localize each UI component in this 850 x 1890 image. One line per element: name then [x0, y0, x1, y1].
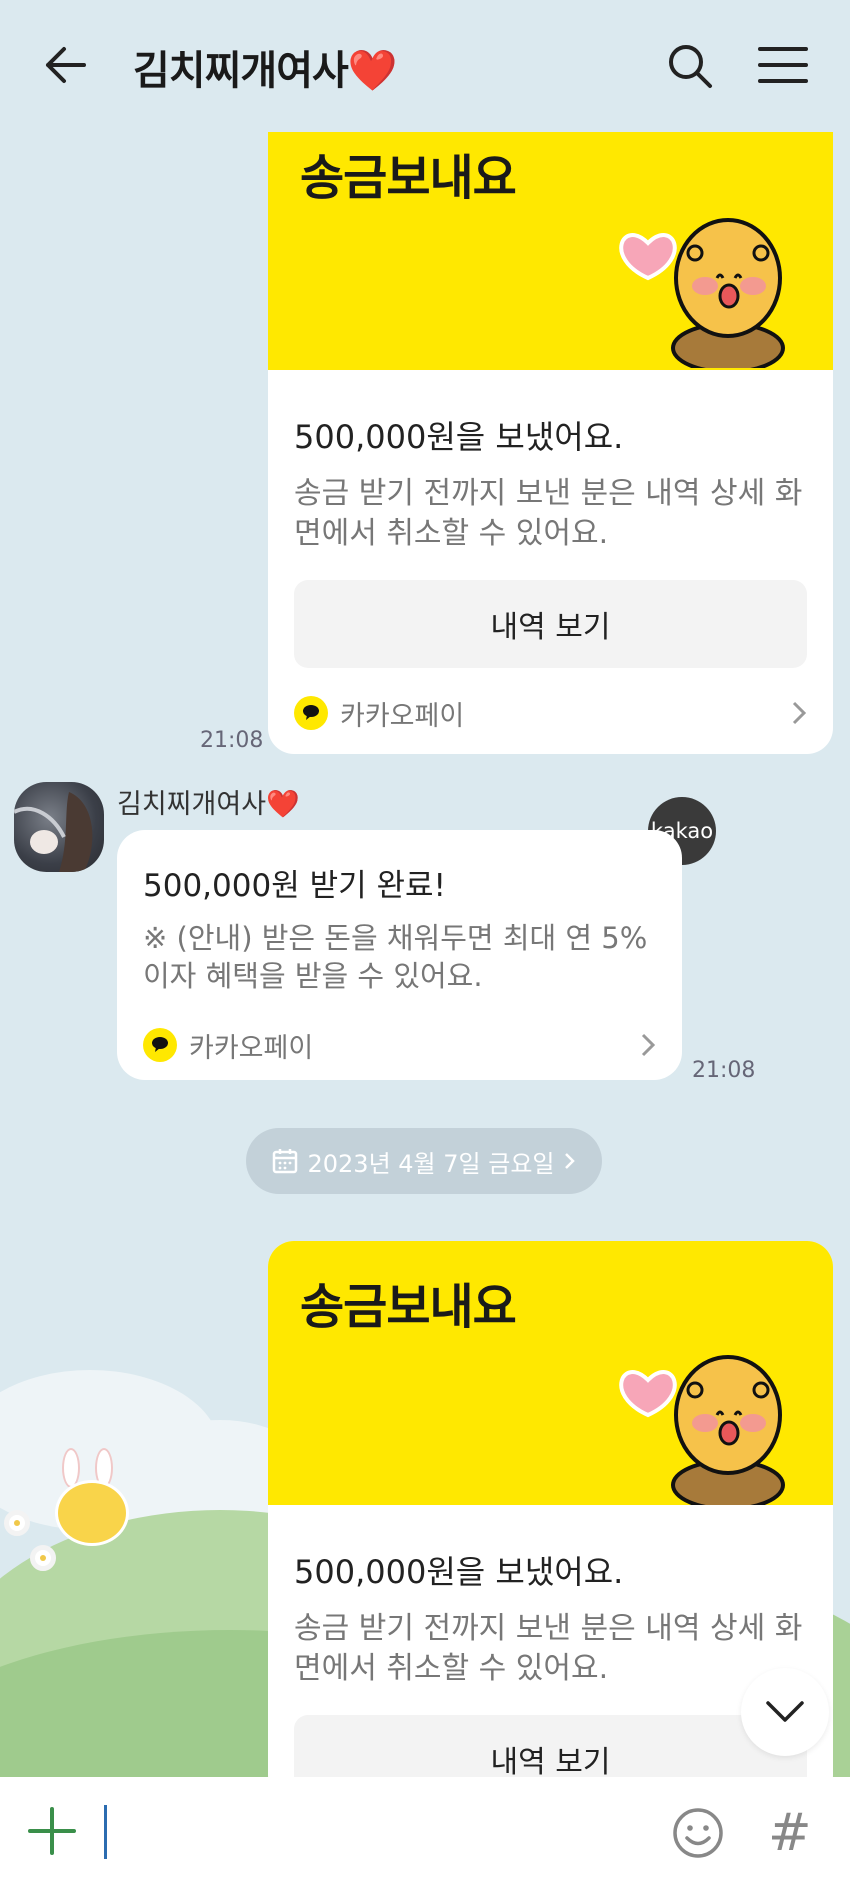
avatar[interactable]: [14, 782, 104, 872]
bear-with-heart-illustration: [619, 1355, 785, 1505]
chevron-right-icon: [565, 1153, 576, 1169]
kakaopay-footer[interactable]: 카카오페이: [143, 995, 656, 1095]
message-input-bar: #: [0, 1777, 850, 1890]
back-arrow-icon: [46, 47, 86, 83]
calendar-icon: [272, 1149, 297, 1174]
banner-title: 송금보내요: [300, 150, 517, 206]
banner-title: 송금보내요: [300, 1279, 517, 1335]
brand-label: 카카오페이: [189, 1032, 314, 1064]
view-history-button[interactable]: 내역 보기: [294, 580, 807, 668]
search-icon: [669, 45, 712, 88]
plus-icon[interactable]: [28, 1807, 76, 1855]
kakaopay-footer[interactable]: 카카오페이: [294, 668, 807, 754]
cancel-notice: 송금 받기 전까지 보낸 분은 내역 상세 화면에서 취소할 수 있어요.: [294, 1611, 803, 1686]
search-button[interactable]: [665, 38, 715, 94]
hashtag-icon[interactable]: #: [768, 1803, 812, 1863]
chevron-right-icon: [792, 701, 807, 725]
sender-name: 김치찌개여사❤️: [117, 789, 300, 820]
character-decoration: [55, 1480, 129, 1546]
menu-icon: [758, 47, 808, 83]
chat-title: 김치찌개여사❤️: [133, 48, 398, 94]
menu-button[interactable]: [755, 40, 811, 90]
chevron-down-icon: [766, 1701, 804, 1722]
sent-money-card[interactable]: 송금보내요 500,000원을 보냈어요. 송금 받기 전까지 보낸 분은 내역…: [268, 132, 833, 754]
brand-label: 카카오페이: [340, 700, 465, 732]
chevron-right-icon: [641, 1033, 656, 1057]
amount-text: 500,000원을 보냈어요.: [294, 1553, 624, 1591]
amount-text: 500,000원을 보냈어요.: [294, 418, 624, 456]
scroll-to-bottom-button[interactable]: [741, 1668, 829, 1756]
received-title: 500,000원 받기 완료!: [143, 868, 446, 904]
interest-notice: ※ (안내) 받은 돈을 채워두면 최대 연 5% 이자 혜택을 받을 수 있어…: [143, 921, 648, 993]
kakaopay-logo-icon: [294, 696, 328, 730]
kakaopay-logo-icon: [143, 1028, 177, 1062]
received-money-bubble[interactable]: 500,000원 받기 완료! ※ (안내) 받은 돈을 채워두면 최대 연 5…: [117, 830, 682, 1080]
date-divider[interactable]: 2023년 4월 7일 금요일: [246, 1128, 602, 1194]
date-label: 2023년 4월 7일 금요일: [307, 1149, 555, 1178]
message-time: 21:08: [692, 1058, 756, 1083]
emoji-icon[interactable]: [672, 1807, 724, 1859]
cancel-notice: 송금 받기 전까지 보낸 분은 내역 상세 화면에서 취소할 수 있어요.: [294, 476, 803, 551]
chat-header: 김치찌개여사❤️: [0, 0, 850, 130]
bear-with-heart-illustration: [619, 218, 785, 368]
message-time: 21:08: [200, 728, 264, 753]
message-input[interactable]: [112, 1797, 652, 1867]
back-button[interactable]: [40, 40, 90, 90]
text-cursor: [104, 1805, 107, 1859]
